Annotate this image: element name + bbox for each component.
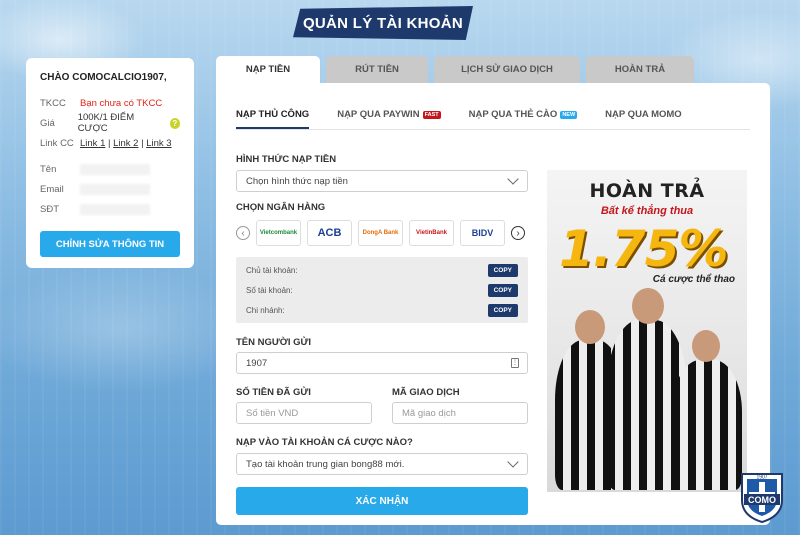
name-row: Tên xyxy=(40,159,180,179)
edit-info-button[interactable]: CHỈNH SỬA THÔNG TIN xyxy=(40,231,180,257)
sender-label: TÊN NGƯỜI GỬI xyxy=(236,337,312,348)
subtab-card[interactable]: NẠP QUA THẺ CÀO NEW xyxy=(469,109,578,120)
new-badge: NEW xyxy=(560,110,578,119)
bank-carousel: ‹ Vietcombank ACB DongA Bank VietinBank … xyxy=(236,220,525,246)
amount-label: SỐ TIỀN ĐÃ GỬI xyxy=(236,387,311,398)
subtab-manual[interactable]: NẠP THỦ CÔNG xyxy=(236,109,310,129)
tab-refund[interactable]: HOÀN TRẢ xyxy=(586,56,694,83)
name-label: Tên xyxy=(40,163,57,175)
promo-banner[interactable]: HOÀN TRẢ Bất kể thắng thua 1.75% Cá cược… xyxy=(547,170,747,492)
bank-acb[interactable]: ACB xyxy=(307,220,352,246)
tkcc-value: Bạn chưa có TKCC xyxy=(80,97,163,109)
phone-row: SĐT xyxy=(40,199,180,219)
method-label: HÌNH THỨC NẠP TIỀN xyxy=(236,154,337,165)
logo-year: 1907 xyxy=(756,475,767,481)
player-image xyxy=(575,310,605,344)
link-cc-row: Link CC Link 1 | Link 2 | Link 3 xyxy=(40,137,172,149)
subtab-momo[interactable]: NẠP QUA MOMO xyxy=(605,109,682,120)
player-image xyxy=(692,330,720,362)
help-icon[interactable]: ? xyxy=(169,117,180,129)
tkcc-row: TKCC Bạn chưa có TKCC xyxy=(40,93,180,113)
fast-badge: FAST xyxy=(422,110,441,119)
target-account-select[interactable]: Tạo tài khoản trung gian bong88 mới. xyxy=(236,453,528,475)
amount-input[interactable]: Số tiền VND xyxy=(236,402,372,424)
email-row: Email xyxy=(40,179,180,199)
contact-card-icon: ⋮ xyxy=(511,358,519,368)
promo-title: HOÀN TRẢ xyxy=(589,180,705,202)
bank-bidv[interactable]: BIDV xyxy=(460,220,505,246)
chevron-down-icon xyxy=(507,456,519,468)
txn-label: MÃ GIAO DỊCH xyxy=(392,387,460,398)
account-info-card: CHÀO COMOCALCIO1907, TKCC Bạn chưa có TK… xyxy=(26,58,194,268)
txn-input[interactable]: Mã giao dịch xyxy=(392,402,528,424)
top-tabs: NẠP TIỀN RÚT TIỀN LỊCH SỬ GIAO DỊCH HOÀN… xyxy=(216,56,700,83)
bank-vietinbank[interactable]: VietinBank xyxy=(409,220,454,246)
chevron-down-icon xyxy=(507,173,519,185)
copy-button[interactable]: COPY xyxy=(487,283,518,297)
phone-label: SĐT xyxy=(40,203,59,215)
promo-description: Cá cược thể thao xyxy=(652,274,735,285)
subtab-paywin[interactable]: NẠP QUA PAYWIN FAST xyxy=(337,109,441,120)
account-holder-row: Chủ tài khoản: COPY xyxy=(236,260,528,280)
link-2[interactable]: Link 2 xyxy=(113,138,138,149)
player-image xyxy=(672,360,742,490)
branch-row: Chi nhánh: COPY xyxy=(236,300,528,320)
redacted-value xyxy=(80,203,150,215)
bank-account-box: Chủ tài khoản: COPY Số tài khoản: COPY Chi… xyxy=(236,257,528,323)
tab-deposit[interactable]: NẠP TIỀN xyxy=(216,56,320,83)
deposit-method-tabs: NẠP THỦ CÔNG NẠP QUA PAYWIN FAST NẠP QUA … xyxy=(236,109,710,129)
greeting: CHÀO COMOCALCIO1907, xyxy=(40,72,167,83)
tab-withdraw[interactable]: RÚT TIỀN xyxy=(326,56,428,83)
promo-subtitle: Bất kể thắng thua xyxy=(600,205,694,217)
promo-percent: 1.75% xyxy=(559,220,728,278)
bank-label: CHỌN NGÂN HÀNG xyxy=(236,202,326,213)
copy-button[interactable]: COPY xyxy=(487,263,518,277)
tab-history[interactable]: LỊCH SỬ GIAO DỊCH xyxy=(434,56,580,83)
page-title: QUẢN LÝ TÀI KHOẢN xyxy=(302,14,464,32)
method-select[interactable]: Chọn hình thức nạp tiền xyxy=(236,170,528,192)
tkcc-label: TKCC xyxy=(40,97,66,109)
bank-vietcombank[interactable]: Vietcombank xyxy=(256,220,301,246)
price-row: Giá 100K/1 ĐIỂM CƯỢC ? xyxy=(40,112,180,134)
deposit-panel: NẠP THỦ CÔNG NẠP QUA PAYWIN FAST NẠP QUA … xyxy=(216,83,770,525)
como-logo: COMO 1907 xyxy=(741,473,783,524)
price-label: Giá xyxy=(40,117,55,129)
confirm-button[interactable]: XÁC NHẬN xyxy=(236,487,528,515)
logo-name: COMO xyxy=(748,495,776,505)
link-1[interactable]: Link 1 xyxy=(80,138,105,149)
arrow-left-icon[interactable]: ‹ xyxy=(236,226,250,240)
target-account-label: NẠP VÀO TÀI KHOẢN CÁ CƯỢC NÀO? xyxy=(236,437,413,448)
player-image xyxy=(632,288,664,324)
arrow-right-icon[interactable]: › xyxy=(511,226,525,240)
page-title-banner: QUẢN LÝ TÀI KHOẢN xyxy=(293,6,473,40)
copy-button[interactable]: COPY xyxy=(487,303,518,317)
email-label: Email xyxy=(40,183,64,195)
account-number-row: Số tài khoản: COPY xyxy=(236,280,528,300)
divider xyxy=(236,129,750,130)
link-cc-label: Link CC xyxy=(40,137,74,149)
link-3[interactable]: Link 3 xyxy=(146,138,171,149)
bank-donga[interactable]: DongA Bank xyxy=(358,220,403,246)
sender-input[interactable]: 1907 ⋮ xyxy=(236,352,528,374)
redacted-value xyxy=(80,163,150,175)
price-value: 100K/1 ĐIỂM CƯỢC xyxy=(77,112,135,134)
redacted-value xyxy=(80,183,150,195)
